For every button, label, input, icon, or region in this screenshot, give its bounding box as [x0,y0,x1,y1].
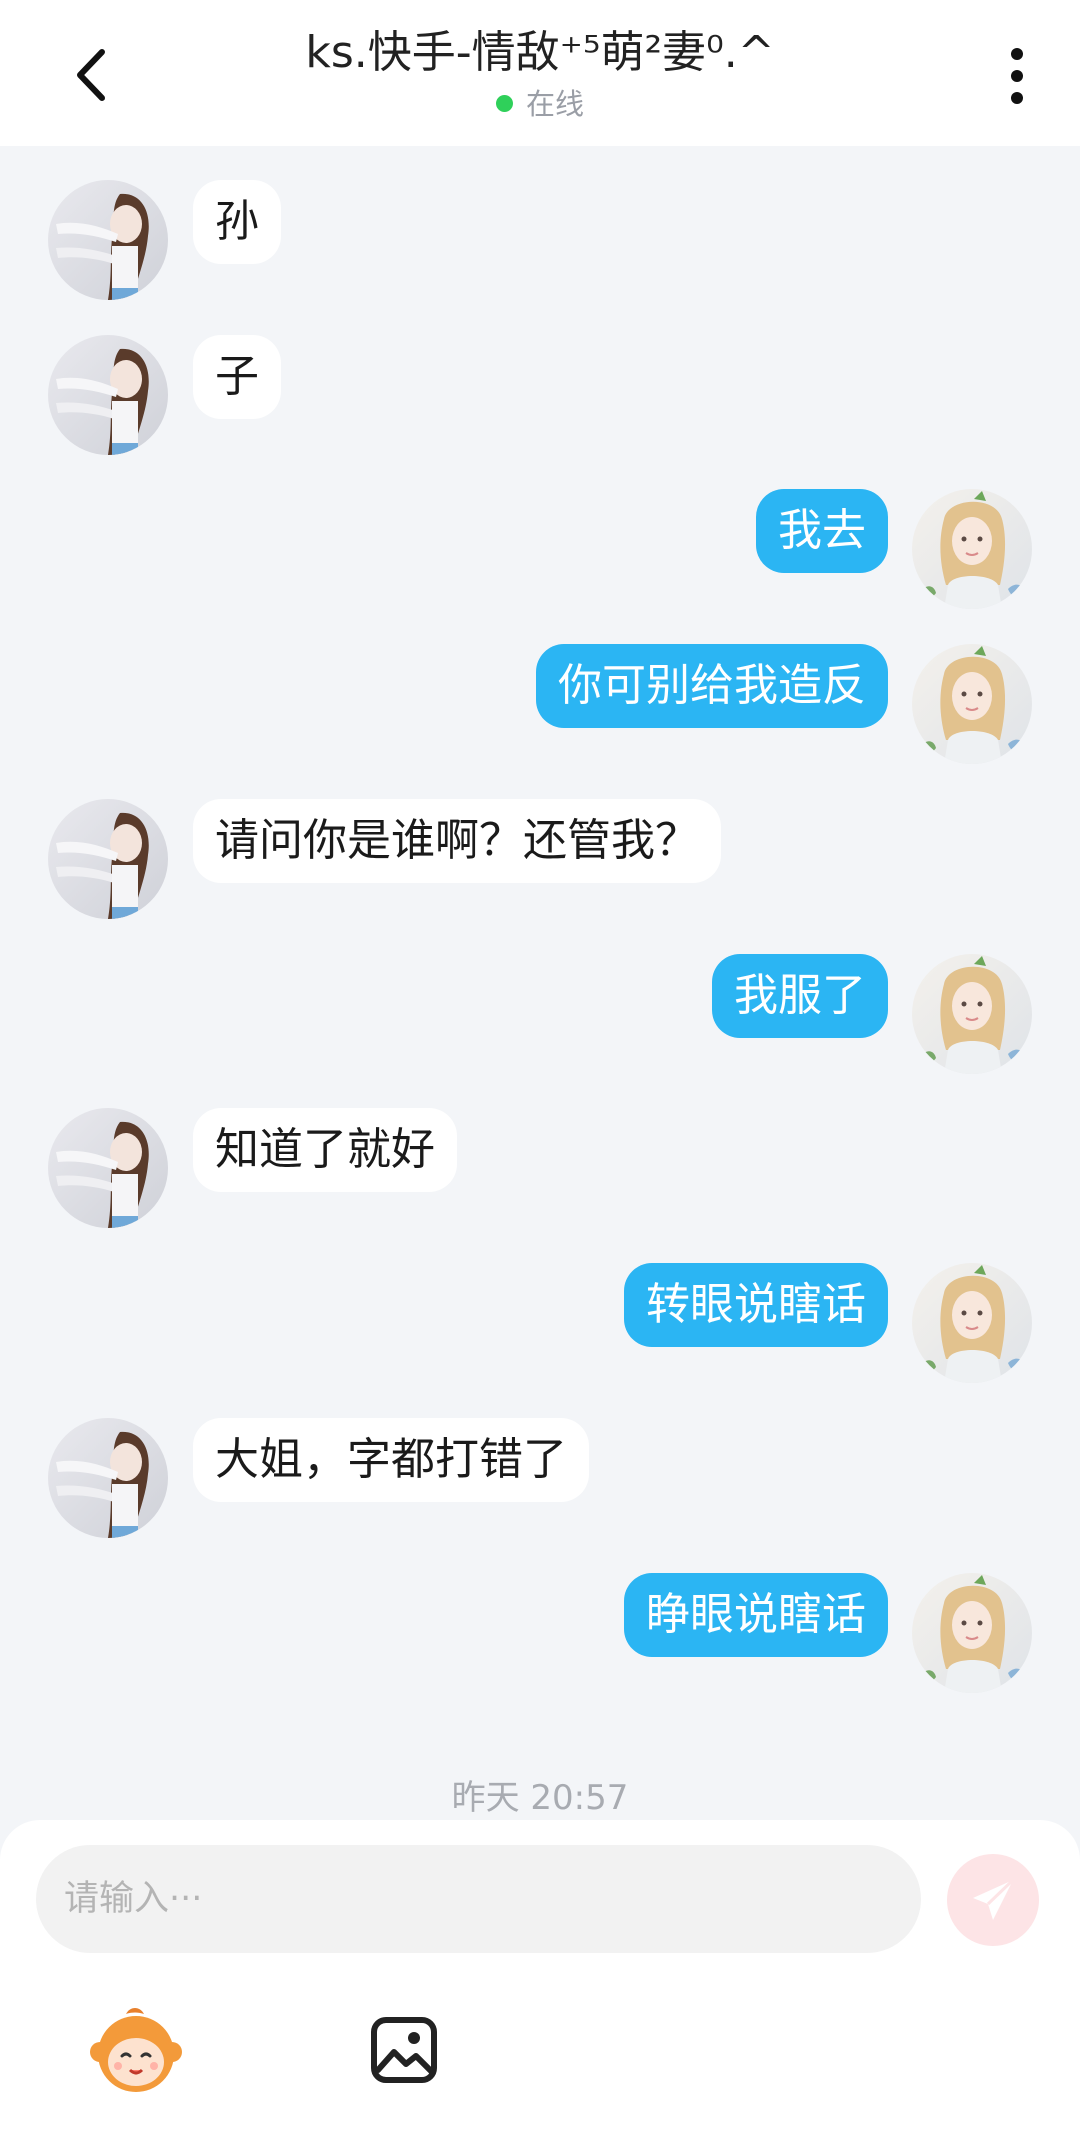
my-avatar[interactable] [912,489,1032,609]
online-dot-icon [495,95,513,112]
message-bubble[interactable]: 孙 [193,180,281,264]
message-bubble[interactable]: 知道了就好 [193,1108,457,1192]
title-block: ks.快手-情敌⁺⁵萌²妻⁰.^ 在线 [0,24,1080,124]
message-row: 转眼说瞎话 [0,1263,1080,1387]
online-status: 在线 [0,84,1080,124]
message-row: 我去 [0,489,1080,613]
my-avatar[interactable] [912,644,1032,764]
my-avatar[interactable] [912,1573,1032,1693]
message-row: 你可别给我造反 [0,644,1080,768]
contact-avatar[interactable] [48,799,168,919]
chat-header: ks.快手-情敌⁺⁵萌²妻⁰.^ 在线 [0,0,1080,146]
more-button[interactable] [992,44,1042,108]
message-input-wrapper [36,1845,921,1953]
message-row: 知道了就好 [0,1108,1080,1232]
message-list[interactable]: 孙 子 我去 你可别给我造反 请问你是谁啊？还管我？ 我服了 知道了就好 转眼说… [0,146,1080,1826]
sticker-button[interactable] [86,2000,186,2100]
chat-title: ks.快手-情敌⁺⁵萌²妻⁰.^ [305,27,775,78]
contact-avatar[interactable] [48,1418,168,1538]
message-row: 我服了 [0,954,1080,1078]
online-status-label: 在线 [525,87,584,121]
message-row: 睁眼说瞎话 [0,1573,1080,1697]
message-bubble[interactable]: 我去 [756,489,888,573]
more-vertical-icon [1011,48,1023,104]
message-bubble[interactable]: 你可别给我造反 [536,644,888,728]
contact-avatar[interactable] [48,180,168,300]
monkey-face-icon [90,2008,182,2092]
message-bubble[interactable]: 请问你是谁啊？还管我？ [193,799,721,883]
message-bubble[interactable]: 大姐，字都打错了 [193,1418,589,1502]
contact-avatar[interactable] [48,1108,168,1228]
message-bubble[interactable]: 转眼说瞎话 [624,1263,888,1347]
contact-avatar[interactable] [48,335,168,455]
image-button[interactable] [354,2000,454,2100]
message-row: 大姐，字都打错了 [0,1418,1080,1542]
message-row: 请问你是谁啊？还管我？ [0,799,1080,923]
message-row: 孙 [0,180,1080,304]
message-input[interactable] [36,1845,884,1953]
message-timestamp: 昨天 20:57 [451,1778,629,1818]
composer-panel [0,1820,1080,2133]
image-icon [371,2017,437,2083]
my-avatar[interactable] [912,1263,1032,1383]
message-bubble[interactable]: 子 [193,335,281,419]
message-row: 子 [0,335,1080,459]
message-bubble[interactable]: 我服了 [712,954,888,1038]
my-avatar[interactable] [912,954,1032,1074]
paper-plane-icon [973,1878,1015,1920]
message-bubble[interactable]: 睁眼说瞎话 [624,1573,888,1657]
send-button[interactable] [947,1854,1039,1946]
